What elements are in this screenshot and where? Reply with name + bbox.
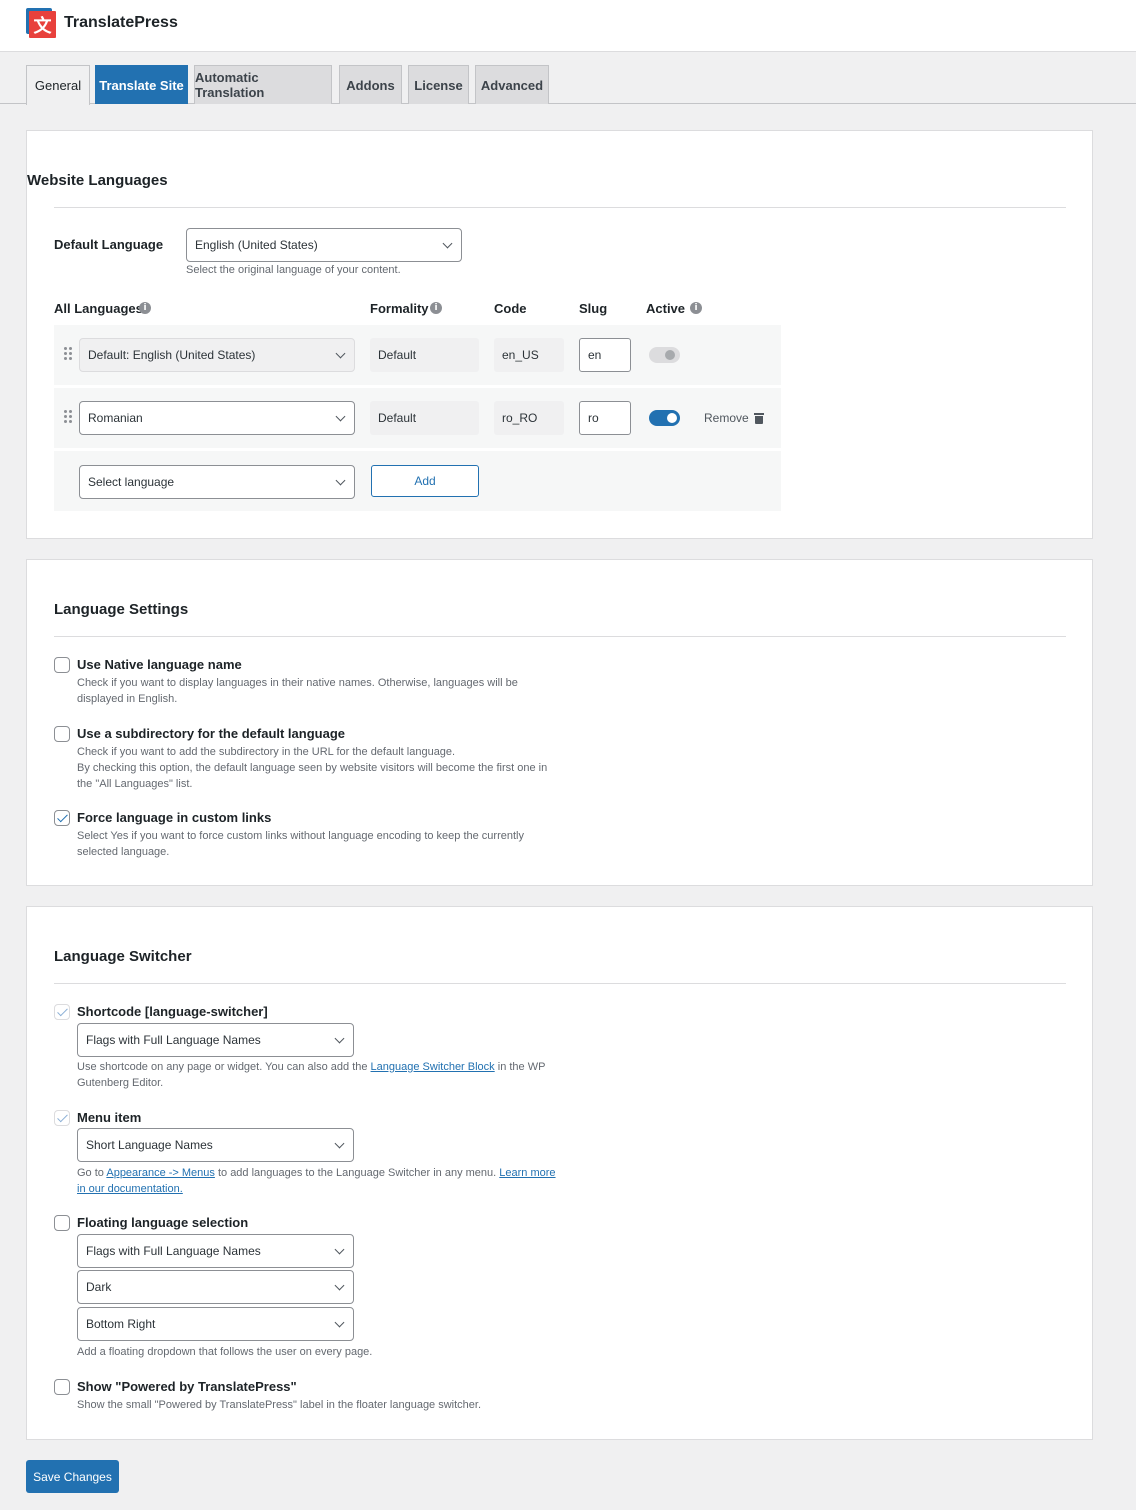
active-toggle [649,347,680,363]
shortcode-checkbox [54,1004,70,1020]
divider [54,207,1066,208]
code-header: Code [494,301,527,316]
language-switcher-title: Language Switcher [54,948,192,965]
active-header: Active [646,301,686,316]
tab-advanced[interactable]: Advanced [475,65,549,104]
slug-input[interactable]: ro [579,401,631,435]
drag-handle-icon[interactable] [64,347,72,361]
native-language-name-description: Check if you want to display languages i… [77,677,518,705]
brand-name: TranslatePress [64,14,178,31]
powered-by-checkbox[interactable] [54,1379,70,1395]
menu-item-description: Go to Appearance -> Menus to add languag… [77,1167,556,1195]
code-value: en_US [494,338,564,372]
default-language-description: Select the original language of your con… [186,264,401,276]
remove-language-link[interactable]: Remove [704,411,749,425]
all-languages-header: All Languages [54,301,143,316]
chevron-down-icon [334,1138,345,1149]
chevron-down-icon [334,1317,345,1328]
force-language-custom-links-checkbox[interactable] [54,810,70,826]
slug-input[interactable]: en [579,338,631,372]
formality-value: Default [370,401,479,435]
divider [54,636,1066,637]
translatepress-logo-icon: 文 [26,8,56,38]
info-icon[interactable]: i [430,302,442,314]
info-icon[interactable]: i [139,302,151,314]
language-select[interactable]: Romanian [79,401,355,435]
subdirectory-default-language-description: Check if you want to add the subdirector… [77,746,548,790]
drag-handle-icon[interactable] [64,410,72,424]
chevron-down-icon [334,1280,345,1291]
native-language-name-checkbox[interactable] [54,657,70,673]
floating-description: Add a floating dropdown that follows the… [77,1346,373,1358]
chevron-down-icon [334,1244,345,1255]
top-bar: 文 TranslatePress [0,0,1136,52]
tab-automatic-translation[interactable]: Automatic Translation [194,65,332,104]
floating-language-selection-checkbox[interactable] [54,1215,70,1231]
language-select: Default: English (United States) [79,338,355,372]
shortcode-description: Use shortcode on any page or widget. You… [77,1061,546,1089]
tab-addons[interactable]: Addons [339,65,402,104]
shortcode-style-select[interactable]: Flags with Full Language Names [77,1023,354,1057]
settings-tabs: General Translate Site Automatic Transla… [0,65,1136,105]
chevron-down-icon [335,348,346,359]
language-switcher-block-link[interactable]: Language Switcher Block [371,1061,495,1073]
formality-value: Default [370,338,479,372]
native-language-name-label: Use Native language name [77,657,242,672]
force-language-custom-links-label: Force language in custom links [77,810,272,825]
subdirectory-default-language-checkbox[interactable] [54,726,70,742]
chevron-down-icon [334,1033,345,1044]
menu-item-style-select[interactable]: Short Language Names [77,1128,354,1162]
learn-more-link[interactable]: Learn more [499,1167,555,1179]
tab-general[interactable]: General [26,65,90,105]
floating-position-select[interactable]: Bottom Right [77,1307,354,1341]
website-languages-title: Website Languages [27,172,168,189]
chevron-down-icon [335,475,346,486]
menu-item-label: Menu item [77,1110,142,1125]
add-language-select[interactable]: Select language [79,465,355,499]
documentation-link[interactable]: in our documentation. [77,1183,183,1195]
floating-theme-select[interactable]: Dark [77,1270,354,1304]
chevron-down-icon [335,411,346,422]
info-icon[interactable]: i [690,302,702,314]
appearance-menus-link[interactable]: Appearance -> Menus [106,1167,215,1179]
formality-header: Formality [370,301,429,316]
default-language-select[interactable]: English (United States) [186,228,462,262]
save-changes-button[interactable]: Save Changes [26,1460,119,1493]
tab-license[interactable]: License [408,65,469,104]
active-toggle[interactable] [649,410,680,426]
add-language-button[interactable]: Add [371,465,479,497]
trash-icon[interactable] [754,412,764,424]
powered-by-description: Show the small "Powered by TranslatePres… [77,1399,482,1411]
floating-style-select[interactable]: Flags with Full Language Names [77,1234,354,1268]
force-language-custom-links-description: Select Yes if you want to force custom l… [77,830,524,858]
chevron-down-icon [442,238,453,249]
slug-header: Slug [579,301,608,316]
floating-language-selection-label: Floating language selection [77,1215,249,1230]
tab-translate-site[interactable]: Translate Site [95,65,188,104]
divider [54,983,1066,984]
shortcode-label: Shortcode [language-switcher] [77,1004,268,1019]
language-settings-title: Language Settings [54,601,189,618]
code-value: ro_RO [494,401,564,435]
menu-item-checkbox [54,1110,70,1126]
subdirectory-default-language-label: Use a subdirectory for the default langu… [77,726,345,741]
default-language-label: Default Language [54,237,164,252]
powered-by-label: Show "Powered by TranslatePress" [77,1379,297,1394]
